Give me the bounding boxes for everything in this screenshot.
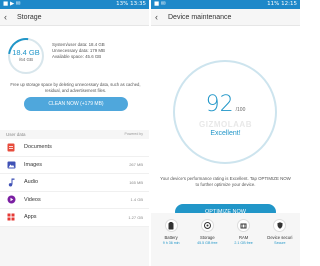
shield-icon — [273, 219, 287, 232]
item-size: 267 MB — [129, 162, 143, 168]
tile-storage[interactable]: Storage 45.5 GB free — [190, 216, 224, 263]
tile-label: Storage — [200, 235, 215, 240]
list-item-audio[interactable]: Audio 165 MB — [0, 174, 149, 192]
list-item-images[interactable]: Images 267 MB — [0, 157, 149, 174]
storage-stats: System/user data: 18.4 GB Unnecessary da… — [52, 42, 105, 60]
music-icon — [6, 178, 16, 187]
storage-usage-ring: 18.4 GB /64 GB — [0, 30, 52, 82]
back-arrow-icon[interactable]: ‹ — [4, 9, 14, 26]
tile-label: Battery — [164, 235, 178, 240]
item-size: 1.4 GB — [130, 197, 143, 203]
apps-icon — [6, 213, 16, 222]
item-label: Audio — [24, 179, 39, 186]
tile-battery[interactable]: Battery 9 h 36 min — [154, 216, 188, 263]
tile-value: 45.5 GB free — [197, 241, 218, 245]
user-data-header: User data Powered by — [0, 130, 149, 139]
maintenance-tiles: Battery 9 h 36 min Storage 45.5 GB free … — [151, 213, 300, 266]
ram-icon — [237, 219, 251, 232]
app-bar: ‹ Device maintenance — [151, 9, 300, 26]
clean-now-button[interactable]: CLEAN NOW (+179 MB) — [24, 97, 128, 111]
app-bar: ‹ Storage — [0, 9, 149, 26]
tile-label: Device securi — [267, 235, 293, 240]
storage-icon — [200, 219, 214, 232]
stat-available-space: Available space: 45.6 GB — [52, 54, 102, 59]
storage-screen: ■ ▶ ✉ 13% 13:35 ‹ Storage 18.4 GB /64 GB… — [0, 0, 149, 266]
tile-value: 2.1 GB free — [234, 241, 253, 245]
status-battery-time: 11% 12:15 — [267, 1, 297, 7]
page-title: Storage — [17, 13, 42, 21]
user-data-label: User data — [6, 132, 26, 137]
battery-icon — [164, 219, 178, 232]
page-title: Device maintenance — [168, 13, 232, 21]
tile-label: RAM — [238, 235, 249, 240]
item-size: 165 MB — [129, 179, 143, 185]
list-item-documents[interactable]: Documents — [0, 139, 149, 157]
item-label: Documents — [24, 144, 52, 151]
watermark-logo: GIZMOLAAB — [199, 120, 252, 129]
rating-label: Excellent! — [210, 130, 241, 137]
status-bar: ■ ✉ 11% 12:15 — [151, 0, 300, 9]
storage-usage-arc — [0, 30, 52, 82]
score-max: /100 — [235, 107, 246, 113]
tile-value: 9 h 36 min — [162, 241, 180, 245]
item-label: Videos — [24, 196, 41, 203]
tile-device-security[interactable]: Device securi Secure — [263, 216, 297, 263]
score-value: 92 — [205, 92, 234, 117]
status-bar: ■ ▶ ✉ 13% 13:35 — [0, 0, 149, 9]
maintenance-summary: GIZMOLAAB 92/100 Excellent! Your device'… — [151, 26, 300, 239]
performance-description: Your device's performance rating is Exce… — [160, 176, 291, 187]
status-battery-time: 13% 13:35 — [116, 1, 146, 7]
document-icon — [6, 143, 16, 152]
powered-by-label: Powered by — [124, 132, 143, 136]
tile-value: Secure — [274, 241, 286, 245]
status-icons: ■ ✉ — [154, 1, 166, 7]
free-up-description: Free up storage space by deleting unnece… — [10, 82, 141, 93]
image-icon — [6, 160, 16, 169]
user-data-list: Documents Images 267 MB Audio 165 MB Vid… — [0, 139, 149, 227]
video-icon — [6, 195, 16, 204]
device-maintenance-screen: ■ ✉ 11% 12:15 ‹ Device maintenance GIZMO… — [151, 0, 300, 266]
item-size: 1.27 GB — [128, 214, 143, 220]
list-item-videos[interactable]: Videos 1.4 GB — [0, 192, 149, 209]
list-item-apps[interactable]: Apps 1.27 GB — [0, 209, 149, 227]
tile-ram[interactable]: RAM 2.1 GB free — [227, 216, 261, 263]
back-arrow-icon[interactable]: ‹ — [155, 9, 165, 26]
status-icons: ■ ▶ ✉ — [3, 1, 21, 7]
item-label: Apps — [24, 214, 37, 221]
score-display: 92/100 — [151, 92, 300, 117]
item-label: Images — [24, 161, 43, 168]
storage-summary: 18.4 GB /64 GB System/user data: 18.4 GB… — [0, 26, 149, 130]
